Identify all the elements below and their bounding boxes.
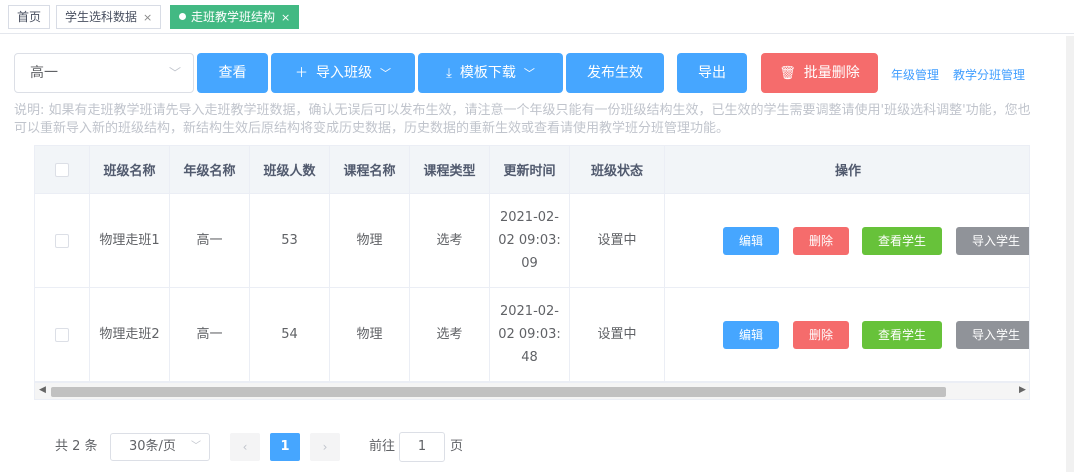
export-button-label: 导出 [698, 65, 726, 81]
grade-select[interactable]: 高一 ﹀ [14, 53, 194, 93]
select-all-checkbox[interactable] [55, 162, 69, 177]
view-students-button[interactable]: 查看学生 [862, 321, 942, 349]
header-class-count[interactable]: 班级人数 [250, 146, 330, 193]
cell-updated-time: 2021-02-02 09:03:48 [490, 288, 570, 381]
next-page-button[interactable]: › [310, 433, 340, 461]
cell-course-type: 选考 [410, 288, 490, 381]
header-updated-time[interactable]: 更新时间 [490, 146, 570, 193]
edit-button[interactable]: 编辑 [723, 227, 779, 255]
delete-button[interactable]: 删除 [793, 321, 849, 349]
download-icon: ⤓ [446, 66, 452, 81]
active-dot-icon [179, 13, 186, 20]
grade-select-value: 高一 [30, 65, 58, 81]
header-grade-name[interactable]: 年级名称 [170, 146, 250, 193]
scroll-left-arrow-icon[interactable]: ◀ [39, 385, 46, 395]
pagination-total: 共 2 条 [55, 439, 98, 454]
cell-course-type: 选考 [410, 194, 490, 287]
class-table: 班级名称 年级名称 班级人数 课程名称 课程类型 更新时间 班级状态 操作 物理… [34, 145, 1030, 400]
tab-label: 首页 [17, 10, 42, 24]
cell-course-name: 物理 [330, 194, 410, 287]
class-manage-link[interactable]: 教学分班管理 [953, 66, 1025, 83]
chevron-left-icon: ‹ [242, 440, 248, 454]
template-download-label: 模板下载 [459, 65, 516, 81]
tab-class-structure[interactable]: 走班教学班结构 × [170, 5, 300, 29]
tab-home[interactable]: 首页 [8, 5, 51, 29]
row-checkbox-cell [35, 194, 90, 287]
row-checkbox[interactable] [55, 327, 69, 342]
tab-bar: 首页 学生选科数据 × 走班教学班结构 × [0, 0, 1074, 34]
view-button[interactable]: 查看 [197, 53, 268, 93]
cell-class-count: 54 [250, 288, 330, 381]
cell-updated-time: 2021-02-02 09:03:09 [490, 194, 570, 287]
cell-class-name: 物理走班2 [90, 288, 170, 381]
publish-button-label: 发布生效 [587, 65, 643, 81]
import-class-button[interactable]: ＋ 导入班级 ﹀ [271, 53, 415, 93]
cell-class-status: 设置中 [570, 288, 665, 381]
header-class-name[interactable]: 班级名称 [90, 146, 170, 193]
chevron-down-icon: ﹀ [523, 67, 535, 80]
row-checkbox[interactable] [55, 233, 69, 248]
header-actions: 操作 [834, 164, 861, 179]
table-row: 物理走班2 高一 54 物理 选考 2021-02-02 09:03:48 设置… [35, 288, 1029, 382]
import-class-label: 导入班级 [316, 65, 372, 81]
instructions-note: 说明: 如果有走班教学班请先导入走班教学班数据，确认无误后可以发布生效，请注意一… [14, 103, 1031, 136]
view-students-button[interactable]: 查看学生 [862, 227, 942, 255]
vertical-scrollbar[interactable] [1066, 36, 1074, 472]
import-students-button[interactable]: 导入学生 [956, 321, 1029, 349]
export-button[interactable]: 导出 [677, 53, 747, 93]
tab-label: 学生选科数据 [65, 10, 138, 24]
prev-page-button[interactable]: ‹ [230, 433, 260, 461]
chevron-down-icon: ﹀ [168, 66, 181, 80]
delete-button[interactable]: 删除 [793, 227, 849, 255]
cell-grade-name: 高一 [170, 288, 250, 381]
page-size-select[interactable]: 30条/页 ﹀ [110, 433, 210, 461]
view-button-label: 查看 [218, 65, 247, 81]
scroll-right-arrow-icon[interactable]: ▶ [1019, 385, 1026, 395]
cell-actions: 编辑 删除 查看学生 导入学生 [665, 194, 1029, 287]
chevron-right-icon: › [322, 440, 328, 454]
cell-grade-name: 高一 [170, 194, 250, 287]
cell-class-status: 设置中 [570, 194, 665, 287]
template-download-button[interactable]: ⤓ 模板下载 ﹀ [418, 53, 563, 93]
goto-page-input[interactable]: 1 [399, 432, 445, 462]
close-icon[interactable]: × [281, 11, 290, 24]
cell-course-name: 物理 [330, 288, 410, 381]
publish-button[interactable]: 发布生效 [566, 53, 664, 93]
edit-button[interactable]: 编辑 [723, 321, 779, 349]
header-course-name[interactable]: 课程名称 [330, 146, 410, 193]
header-course-type[interactable]: 课程类型 [410, 146, 490, 193]
cell-actions: 编辑 删除 查看学生 导入学生 [665, 288, 1029, 381]
header-class-status[interactable]: 班级状态 [570, 146, 665, 193]
page-size-value: 30条/页 [129, 439, 176, 454]
header-checkbox-cell [35, 146, 90, 193]
grade-manage-link[interactable]: 年级管理 [891, 66, 939, 83]
close-icon[interactable]: × [143, 11, 152, 24]
goto-prefix: 前往 [369, 439, 396, 454]
tab-student-subject-data[interactable]: 学生选科数据 × [56, 5, 162, 29]
batch-delete-label: 批量删除 [803, 65, 860, 81]
horizontal-scrollbar[interactable]: ◀ ▶ [35, 382, 1029, 399]
tab-label: 走班教学班结构 [191, 10, 276, 24]
table-header: 班级名称 年级名称 班级人数 课程名称 课程类型 更新时间 班级状态 操作 [35, 146, 1029, 194]
chevron-down-icon: ﹀ [191, 441, 201, 452]
chevron-down-icon: ﹀ [380, 67, 391, 80]
scrollbar-thumb[interactable] [51, 387, 946, 397]
trash-icon: 🗑 [779, 66, 796, 81]
batch-delete-button[interactable]: 🗑 批量删除 [761, 53, 878, 93]
import-students-button[interactable]: 导入学生 [956, 227, 1029, 255]
cell-class-name: 物理走班1 [90, 194, 170, 287]
table-row: 物理走班1 高一 53 物理 选考 2021-02-02 09:03:09 设置… [35, 194, 1029, 288]
page-number-current[interactable]: 1 [270, 433, 300, 461]
row-checkbox-cell [35, 288, 90, 381]
plus-icon: ＋ [294, 66, 308, 81]
goto-suffix: 页 [450, 439, 464, 454]
cell-class-count: 53 [250, 194, 330, 287]
